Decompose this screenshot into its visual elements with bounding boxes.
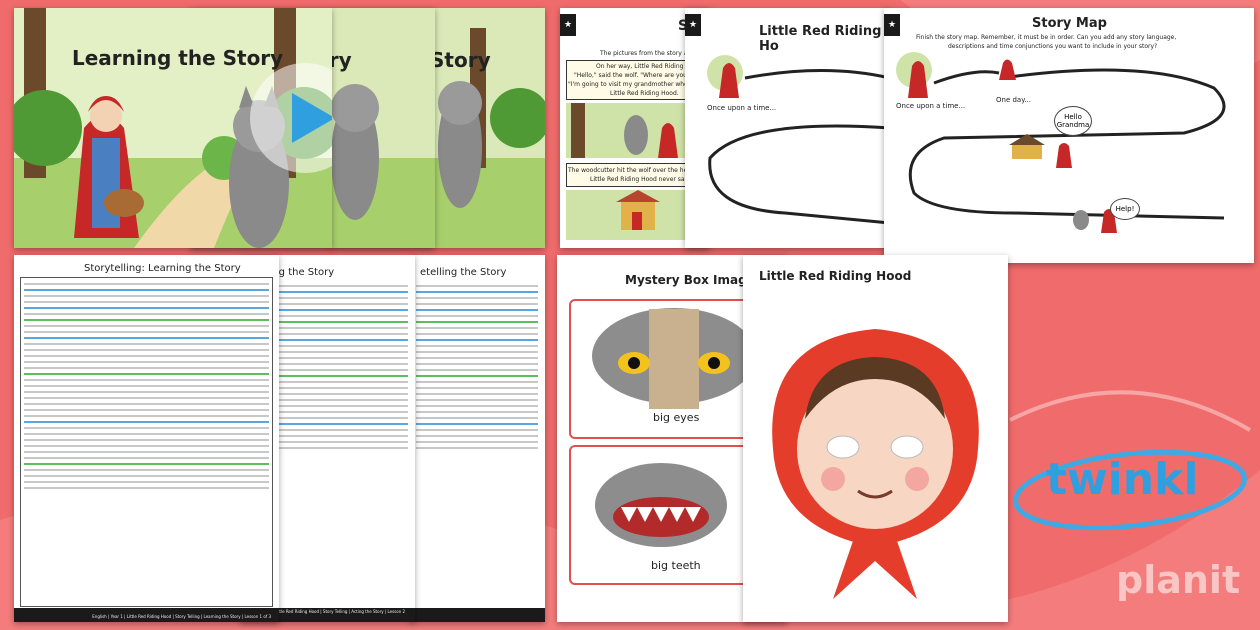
story-text: Little Red Riding Hood. bbox=[610, 90, 679, 97]
story-map-path bbox=[707, 55, 890, 225]
plan-title: etelling the Story bbox=[420, 267, 507, 278]
sheet-title: Mystery Box Imag bbox=[625, 273, 747, 287]
map-caption: Once upon a time... bbox=[896, 102, 966, 110]
plan-footer: English | Year 1 | Little Red Riding Hoo… bbox=[14, 608, 279, 622]
map-caption: Once upon a time... bbox=[707, 104, 777, 112]
lesson-plan-3[interactable]: etelling the Story bbox=[410, 255, 545, 622]
story-text: "I'm going to visit my grandmother who l… bbox=[568, 81, 704, 88]
plan-table-lines bbox=[24, 283, 269, 493]
brand-logo: twinkl bbox=[1046, 454, 1199, 505]
speech-bubble: Hello Grandma bbox=[1054, 106, 1092, 136]
image-caption: big eyes bbox=[653, 411, 700, 424]
story-text: The woodcutter hit the wolf over the hea… bbox=[568, 167, 703, 174]
play-icon bbox=[292, 93, 332, 143]
lesson-plan-1[interactable]: Storytelling: Learning the Story English… bbox=[14, 255, 279, 622]
plan-title: Storytelling: Learning the Story bbox=[84, 263, 241, 274]
plan-table bbox=[416, 285, 538, 453]
footer-text: English | Year 1 | Little Red Riding Hoo… bbox=[92, 614, 271, 619]
story-map-slide-partial[interactable]: ★ Little Red Riding Ho Once upon a time.… bbox=[685, 8, 890, 248]
powerpoint-slide-1[interactable]: Learning the Story bbox=[14, 8, 332, 248]
story-map-slide[interactable]: ★ Story Map Finish the story map. Rememb… bbox=[884, 8, 1254, 263]
story-text: "Hello," said the wolf. "Where are you bbox=[574, 72, 687, 79]
speech-bubble: Help! bbox=[1110, 198, 1140, 220]
slide-title: Story bbox=[430, 48, 491, 72]
play-button[interactable] bbox=[250, 63, 332, 173]
brand-sub: planit bbox=[1116, 558, 1241, 602]
star-icon: ★ bbox=[560, 14, 576, 36]
plan-footer bbox=[410, 608, 545, 622]
character-mask-sheet[interactable]: Little Red Riding Hood bbox=[743, 255, 1008, 622]
red-riding-hood-mask bbox=[772, 329, 979, 599]
image-caption: big teeth bbox=[651, 559, 701, 572]
map-caption: One day... bbox=[996, 96, 1032, 104]
twinkl-planit-logo: twinkl planit bbox=[1010, 440, 1250, 620]
sequencing-intro: The pictures from the story are bbox=[600, 50, 694, 57]
